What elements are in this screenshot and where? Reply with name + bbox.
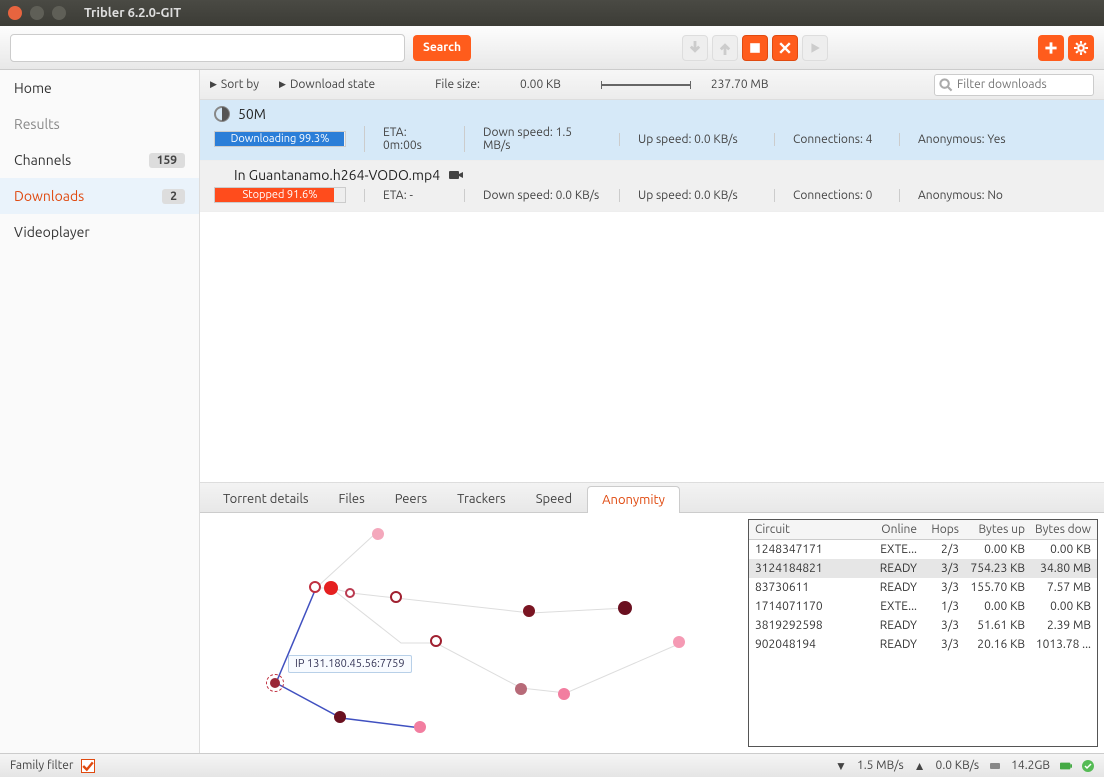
download-icon[interactable]: [682, 35, 708, 61]
sidebar-item-label: Results: [14, 116, 60, 132]
status-down: 1.5 MB/s: [857, 759, 904, 772]
table-row[interactable]: 3819292598READY3/351.61 KB2.39 MB: [749, 616, 1097, 635]
family-filter-label: Family filter: [10, 759, 73, 772]
download-name: In Guantanamo.h264-VODO.mp4: [234, 167, 440, 183]
sidebar-item-channels[interactable]: Channels 159: [0, 142, 199, 178]
stop-icon[interactable]: [742, 35, 768, 61]
camera-icon: [448, 167, 464, 183]
sidebar-item-results[interactable]: Results: [0, 106, 199, 142]
anonymous: Anonymous: No: [899, 189, 1021, 202]
tribler-icon: [214, 106, 230, 122]
down-speed: Down speed: 1.5 MB/s: [464, 126, 619, 152]
disk-icon: [989, 760, 1001, 772]
tab-torrent-details[interactable]: Torrent details: [208, 485, 324, 512]
sort-by[interactable]: ▶Sort by: [210, 78, 259, 91]
ok-icon: [1082, 760, 1094, 772]
close-icon[interactable]: [8, 6, 22, 20]
download-row[interactable]: In Guantanamo.h264-VODO.mp4 Stopped 91.6…: [200, 161, 1104, 212]
status-disk: 14.2GB: [1011, 759, 1050, 772]
family-filter-checkbox[interactable]: [81, 759, 95, 773]
filesize-min: 0.00 KB: [520, 78, 561, 91]
sidebar-item-label: Downloads: [14, 188, 84, 204]
up-speed: Up speed: 0.0 KB/s: [619, 189, 774, 202]
play-icon[interactable]: [802, 35, 828, 61]
download-list: 50M Downloading 99.3% ETA: 0m:00s Down s…: [200, 100, 1104, 212]
tab-anonymity[interactable]: Anonymity: [587, 486, 680, 513]
window-title: Tribler 6.2.0-GIT: [84, 6, 181, 20]
status-up: 0.0 KB/s: [936, 759, 980, 772]
table-header: Circuit Online Hops Bytes up Bytes dow: [749, 520, 1097, 540]
down-speed: Down speed: 0.0 KB/s: [464, 189, 619, 202]
toolbar: Search: [0, 26, 1104, 70]
sort-bar: ▶Sort by ▶Download state File size: 0.00…: [200, 70, 1104, 100]
statusbar: Family filter ▼ 1.5 MB/s ▲ 0.0 KB/s 14.2GB: [0, 753, 1104, 777]
filesize-max: 237.70 MB: [711, 78, 769, 91]
up-speed: Up speed: 0.0 KB/s: [619, 133, 774, 146]
minimize-icon[interactable]: [30, 6, 44, 20]
eta: ETA: -: [364, 189, 464, 202]
connections: Connections: 4: [774, 133, 899, 146]
add-icon[interactable]: [1038, 35, 1064, 61]
search-input[interactable]: [10, 34, 405, 62]
detail-tabs: Torrent details Files Peers Trackers Spe…: [200, 483, 1104, 513]
tab-trackers[interactable]: Trackers: [442, 485, 521, 512]
filesize-label: File size:: [435, 78, 480, 91]
table-row[interactable]: 1714071170EXTE...1/30.00 KB0.00 KB: [749, 597, 1097, 616]
delete-icon[interactable]: [772, 35, 798, 61]
upload-icon[interactable]: [712, 35, 738, 61]
search-icon: [939, 78, 953, 92]
sidebar-item-videoplayer[interactable]: Videoplayer: [0, 214, 199, 250]
badge: 159: [149, 153, 185, 168]
sidebar-item-label: Channels: [14, 152, 71, 168]
maximize-icon[interactable]: [52, 6, 66, 20]
filesize-slider[interactable]: [601, 84, 691, 86]
filter-input[interactable]: [934, 74, 1094, 96]
table-row[interactable]: 3124184821READY3/3754.23 KB34.80 MB: [749, 559, 1097, 578]
network-graph: IP 131.180.45.56:7759: [200, 513, 742, 753]
connections: Connections: 0: [774, 189, 899, 202]
table-row[interactable]: 83730611READY3/3155.70 KB7.57 MB: [749, 578, 1097, 597]
down-arrow-icon: ▼: [835, 759, 847, 773]
download-row[interactable]: 50M Downloading 99.3% ETA: 0m:00s Down s…: [200, 100, 1104, 161]
download-name: 50M: [238, 106, 266, 122]
sidebar-item-label: Videoplayer: [14, 224, 90, 240]
circuit-table: Circuit Online Hops Bytes up Bytes dow 1…: [748, 519, 1098, 747]
badge: 2: [162, 189, 185, 204]
sidebar-item-label: Home: [14, 80, 52, 96]
tab-peers[interactable]: Peers: [380, 485, 442, 512]
node-tooltip: IP 131.180.45.56:7759: [288, 655, 412, 673]
search-button[interactable]: Search: [413, 35, 471, 61]
table-row[interactable]: 1248347171EXTE...2/30.00 KB0.00 KB: [749, 540, 1097, 559]
download-state[interactable]: ▶Download state: [279, 78, 375, 91]
tab-files[interactable]: Files: [324, 485, 380, 512]
up-arrow-icon: ▲: [914, 759, 926, 773]
battery-icon: [1060, 760, 1072, 772]
eta: ETA: 0m:00s: [364, 126, 464, 152]
anonymous: Anonymous: Yes: [899, 133, 1024, 146]
table-row[interactable]: 902048194READY3/320.16 KB1013.78 ...: [749, 635, 1097, 654]
tab-speed[interactable]: Speed: [521, 485, 587, 512]
sidebar-item-downloads[interactable]: Downloads 2: [0, 178, 199, 214]
settings-icon[interactable]: [1068, 35, 1094, 61]
titlebar: Tribler 6.2.0-GIT: [0, 0, 1104, 26]
progress-text: Downloading 99.3%: [231, 133, 330, 145]
progress-text: Stopped 91.6%: [243, 189, 318, 201]
sidebar: Home Results Channels 159 Downloads 2 Vide…: [0, 70, 200, 753]
sidebar-item-home[interactable]: Home: [0, 70, 199, 106]
